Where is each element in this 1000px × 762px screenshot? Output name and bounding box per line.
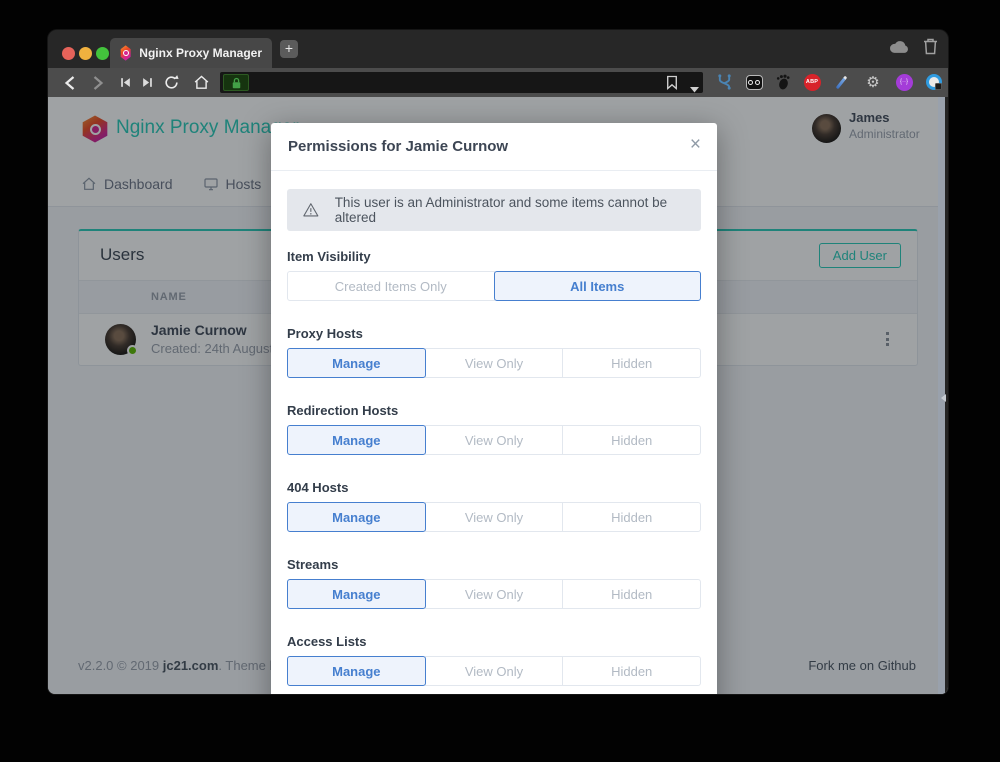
fast-forward-button-icon[interactable]	[138, 73, 157, 92]
extension-adblock-plus-icon[interactable]: ABP	[803, 73, 821, 91]
extension-privacy-lock-icon[interactable]	[925, 73, 943, 91]
item-visibility-group: Created Items Only All Items	[287, 271, 701, 301]
address-bar[interactable]	[220, 72, 703, 93]
extension-goggles-icon[interactable]	[745, 73, 763, 91]
tabbar-right-controls	[889, 30, 938, 68]
proxy-hosts-manage-button[interactable]: Manage	[287, 348, 426, 378]
redirection-hosts-hidden-button[interactable]: Hidden	[562, 425, 701, 455]
access-lists-view-only-button[interactable]: View Only	[425, 656, 564, 686]
streams-group: Manage View Only Hidden	[287, 579, 701, 609]
created-items-only-button[interactable]: Created Items Only	[287, 271, 495, 301]
404-hosts-hidden-button[interactable]: Hidden	[562, 502, 701, 532]
sync-cloud-icon[interactable]	[889, 40, 909, 59]
browser-toolbar: ABP ⚙ {··}	[48, 68, 948, 97]
streams-hidden-button[interactable]: Hidden	[562, 579, 701, 609]
proxy-hosts-label: Proxy Hosts	[287, 326, 701, 341]
extension-settings-gear-icon[interactable]: ⚙	[864, 73, 882, 91]
forward-button-icon[interactable]	[88, 73, 107, 92]
redirection-hosts-group: Manage View Only Hidden	[287, 425, 701, 455]
modal-title: Permissions for Jamie Curnow	[288, 138, 508, 155]
ssl-padlock-icon[interactable]	[223, 74, 249, 91]
404-hosts-view-only-button[interactable]: View Only	[425, 502, 564, 532]
streams-view-only-button[interactable]: View Only	[425, 579, 564, 609]
back-button-icon[interactable]	[60, 73, 79, 92]
extension-picker-pen-icon[interactable]	[832, 73, 850, 91]
browser-tab-bar: Nginx Proxy Manager +	[48, 30, 948, 68]
panel-toggle-icon[interactable]	[938, 385, 948, 411]
redirection-hosts-view-only-button[interactable]: View Only	[425, 425, 564, 455]
modal-close-icon[interactable]: ×	[690, 134, 701, 156]
warning-triangle-icon	[302, 201, 320, 219]
window-minimize-button[interactable]	[79, 47, 92, 60]
modal-header: Permissions for Jamie Curnow ×	[271, 123, 717, 171]
window-zoom-button[interactable]	[96, 47, 109, 60]
trash-icon[interactable]	[923, 38, 938, 60]
404-hosts-group: Manage View Only Hidden	[287, 502, 701, 532]
404-hosts-manage-button[interactable]: Manage	[287, 502, 426, 532]
browser-window: Nginx Proxy Manager +	[48, 30, 948, 694]
page-viewport: Nginx Proxy Manager James Administrator …	[48, 97, 948, 694]
extension-purple-badge-icon[interactable]: {··}	[895, 73, 913, 91]
extension-gnome-foot-icon[interactable]	[774, 73, 792, 91]
proxy-hosts-view-only-button[interactable]: View Only	[425, 348, 564, 378]
browser-tab[interactable]: Nginx Proxy Manager	[110, 38, 272, 68]
reload-button-icon[interactable]	[162, 73, 181, 92]
tab-title: Nginx Proxy Manager	[139, 46, 262, 60]
home-button-icon[interactable]	[192, 73, 211, 92]
bookmark-flag-icon[interactable]	[666, 75, 678, 95]
404-hosts-label: 404 Hosts	[287, 480, 701, 495]
access-lists-manage-button[interactable]: Manage	[287, 656, 426, 686]
access-lists-label: Access Lists	[287, 634, 701, 649]
npm-favicon-icon	[120, 45, 131, 61]
streams-label: Streams	[287, 557, 701, 572]
extension-proxy-switch-icon[interactable]	[715, 73, 733, 91]
streams-manage-button[interactable]: Manage	[287, 579, 426, 609]
admin-warning-alert: This user is an Administrator and some i…	[287, 189, 701, 231]
modal-body: This user is an Administrator and some i…	[271, 171, 717, 686]
proxy-hosts-group: Manage View Only Hidden	[287, 348, 701, 378]
new-tab-button[interactable]: +	[280, 40, 298, 58]
rewind-button-icon[interactable]	[116, 73, 135, 92]
redirection-hosts-label: Redirection Hosts	[287, 403, 701, 418]
alert-text: This user is an Administrator and some i…	[335, 195, 686, 225]
redirection-hosts-manage-button[interactable]: Manage	[287, 425, 426, 455]
window-close-button[interactable]	[62, 47, 75, 60]
access-lists-hidden-button[interactable]: Hidden	[562, 656, 701, 686]
desktop-background: Nginx Proxy Manager +	[0, 0, 1000, 762]
bookmark-dropdown-caret-icon[interactable]	[690, 80, 699, 98]
proxy-hosts-hidden-button[interactable]: Hidden	[562, 348, 701, 378]
access-lists-group: Manage View Only Hidden	[287, 656, 701, 686]
item-visibility-label: Item Visibility	[287, 249, 701, 264]
permissions-modal: Permissions for Jamie Curnow × This user…	[271, 123, 717, 694]
all-items-button[interactable]: All Items	[494, 271, 702, 301]
